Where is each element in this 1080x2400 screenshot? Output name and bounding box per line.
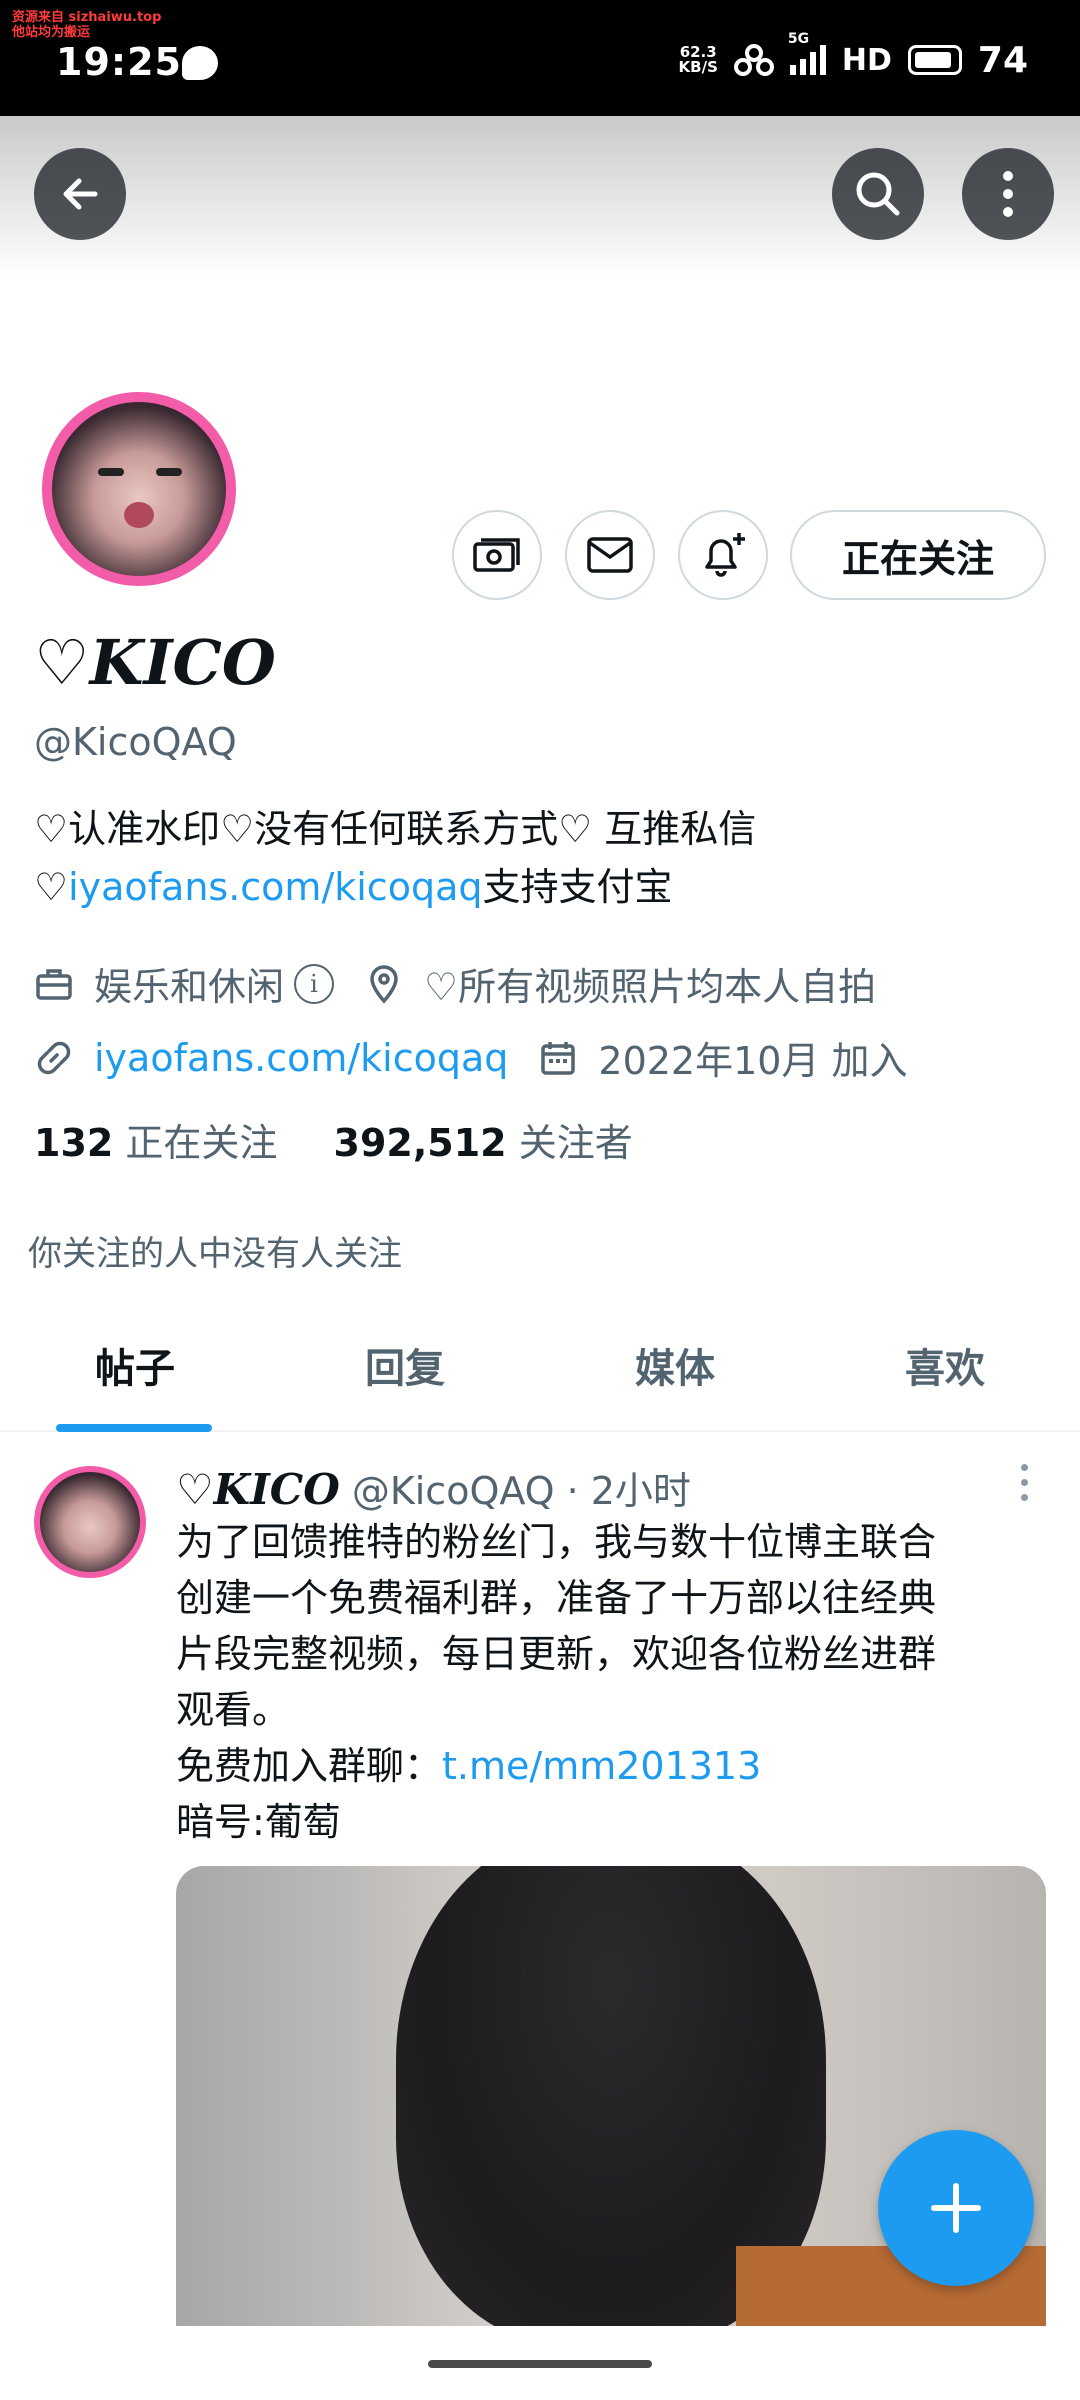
more-vertical-icon [1003, 171, 1013, 217]
home-indicator[interactable] [428, 2360, 652, 2368]
status-bar: 资源来自 sizhaiwu.top 他站均为搬运 19:25 62.3 KB/S… [0, 0, 1080, 116]
profile-avatar[interactable] [42, 392, 236, 586]
bio: ♡认准水印♡没有任何联系方式♡ 互推私信 ♡iyaofans.com/kicoq… [34, 800, 756, 916]
post-line: 片段完整视频，每日更新，欢迎各位粉丝进群 [176, 1632, 937, 1676]
post-author-name[interactable]: ♡KICO [176, 1465, 340, 1514]
arrow-left-icon [63, 178, 98, 210]
profile-tabs: 帖子 回复 媒体 喜欢 [0, 1300, 1080, 1432]
tab-replies[interactable]: 回复 [270, 1300, 540, 1430]
more-options-button[interactable] [962, 148, 1054, 240]
location-label: ♡所有视频照片均本人自拍 [424, 965, 877, 1009]
status-indicators: 62.3 KB/S 5G HD 74 [679, 31, 1028, 82]
post-join-link[interactable]: t.me/mm201313 [442, 1744, 761, 1788]
post-line: 观看。 [176, 1688, 291, 1732]
chat-notification-icon [182, 46, 218, 80]
signal-bars-icon [789, 45, 826, 75]
meta-row-2: iyaofans.com/kicoqaq 2022年10月 加入 [34, 1030, 908, 1085]
followers-label: 关注者 [518, 1121, 633, 1165]
post-join-prefix: 免费加入群聊： [176, 1744, 443, 1788]
tab-likes[interactable]: 喜欢 [810, 1300, 1080, 1430]
following-stat[interactable]: 132 正在关注 [34, 1121, 277, 1165]
signal-label: 5G [787, 31, 810, 47]
envelope-icon [587, 537, 633, 573]
following-count: 132 [34, 1121, 114, 1165]
plus-icon [931, 2183, 981, 2233]
bio-line2-prefix: ♡ [34, 865, 69, 909]
display-name: ♡KICO [34, 626, 276, 699]
meta-row-1: 娱乐和休闲 i ♡所有视频照片均本人自拍 [34, 956, 876, 1011]
bio-link[interactable]: iyaofans.com/kicoqaq [68, 865, 482, 909]
hotspot-icon [733, 44, 774, 76]
post-password: 暗号:葡萄 [176, 1800, 341, 1844]
calendar-icon [538, 1038, 578, 1078]
net-speed: 62.3 KB/S [679, 45, 718, 75]
hd-label: HD [841, 42, 892, 78]
follow-stats: 132 正在关注 392,512 关注者 [34, 1112, 633, 1167]
battery-icon [907, 45, 962, 75]
notify-button[interactable] [678, 510, 768, 600]
following-button[interactable]: 正在关注 [790, 510, 1046, 600]
following-label: 正在关注 [125, 1121, 278, 1165]
user-handle: @KicoQAQ [34, 720, 237, 764]
bell-plus-icon [705, 533, 745, 577]
post-line: 创建一个免费福利群，准备了十万部以往经典 [176, 1576, 937, 1620]
battery-level: 74 [977, 39, 1028, 81]
money-icon [473, 538, 520, 572]
message-button[interactable] [565, 510, 655, 600]
status-time: 19:25 [56, 40, 182, 84]
info-icon[interactable]: i [294, 963, 335, 1004]
post-avatar[interactable] [34, 1466, 146, 1578]
post-more-icon[interactable] [1016, 1464, 1032, 1501]
website-link[interactable]: iyaofans.com/kicoqaq [94, 1036, 508, 1080]
mutual-followers-text: 你关注的人中没有人关注 [28, 1234, 402, 1274]
back-button[interactable] [34, 148, 126, 240]
search-button[interactable] [832, 148, 924, 240]
location-pin-icon [364, 964, 404, 1004]
bio-line2: ♡iyaofans.com/kicoqaq支持支付宝 [34, 858, 756, 916]
briefcase-icon [34, 964, 74, 1004]
post-text: 为了回馈推特的粉丝门，我与数十位博主联合 创建一个免费福利群，准备了十万部以往经… [176, 1514, 1036, 1850]
post-time: · 2小时 [566, 1469, 691, 1513]
signal-indicator: 5G [788, 31, 826, 75]
bio-line2-suffix: 支持支付宝 [482, 865, 673, 909]
compose-button[interactable] [878, 2130, 1034, 2286]
watermark: 资源来自 sizhaiwu.top 他站均为搬运 [12, 10, 161, 40]
followers-stat[interactable]: 392,512 关注者 [334, 1121, 633, 1165]
bio-line1: ♡认准水印♡没有任何联系方式♡ 互推私信 [34, 807, 757, 851]
watermark-line1: 资源来自 sizhaiwu.top [12, 10, 162, 25]
post-line: 为了回馈推特的粉丝门，我与数十位博主联合 [176, 1520, 937, 1564]
joined-date: 2022年10月 加入 [598, 1039, 908, 1083]
tip-button[interactable] [452, 510, 542, 600]
category-label: 娱乐和休闲 [94, 965, 285, 1009]
search-icon [856, 172, 900, 216]
post-join-line: 免费加入群聊：t.me/mm201313 [176, 1738, 1036, 1794]
tab-media[interactable]: 媒体 [540, 1300, 810, 1430]
tab-posts[interactable]: 帖子 [0, 1300, 270, 1432]
link-icon [34, 1038, 74, 1078]
post-author-handle[interactable]: @KicoQAQ [352, 1469, 555, 1513]
net-speed-unit: KB/S [678, 58, 718, 76]
post-header: ♡KICO @KicoQAQ · 2小时 [176, 1460, 691, 1515]
followers-count: 392,512 [333, 1121, 507, 1165]
watermark-line2: 他站均为搬运 [12, 25, 91, 40]
